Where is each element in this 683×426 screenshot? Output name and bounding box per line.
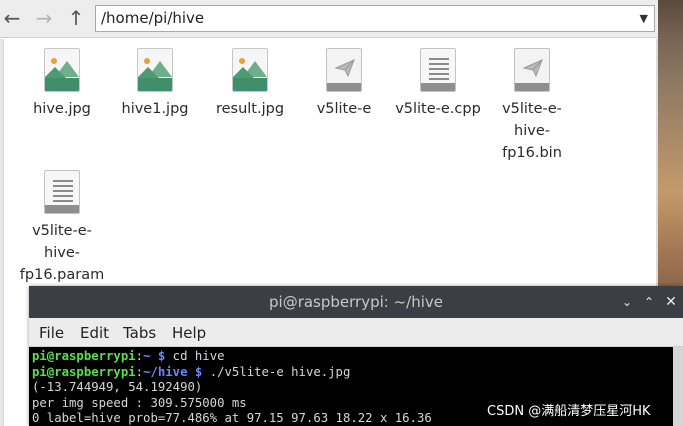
close-icon[interactable]: ✕ [661, 286, 681, 318]
terminal-title[interactable]: pi@raspberrypi: ~/hive [29, 286, 683, 318]
file-item[interactable]: hive.jpg [15, 48, 109, 120]
terminal-menubar: File Edit Tabs Help [29, 318, 683, 347]
menu-tabs[interactable]: Tabs [123, 322, 156, 344]
file-label: result.jpg [215, 101, 285, 117]
chevron-down-icon[interactable]: ▼ [640, 9, 648, 29]
text-file-icon [44, 170, 80, 214]
menu-file[interactable]: File [39, 322, 64, 344]
terminal-line: pi@raspberrypi:~ $ cd hive [32, 349, 225, 363]
file-label: v5lite-e [316, 101, 372, 117]
menu-help[interactable]: Help [172, 322, 206, 344]
menu-edit[interactable]: Edit [80, 322, 109, 344]
minimize-icon[interactable]: ⌄ [617, 286, 637, 318]
maximize-icon[interactable]: ⌃ [639, 286, 659, 318]
terminal-scrollbar[interactable] [673, 347, 683, 426]
file-label: v5lite-e.cpp [395, 101, 481, 117]
file-item[interactable]: hive1.jpg [108, 48, 202, 120]
file-item[interactable]: result.jpg [203, 48, 297, 120]
file-manager-toolbar: ← → ↑ /home/pi/hive ▼ [0, 0, 658, 38]
file-label: v5lite-e- hive- fp16.param [19, 223, 105, 283]
executable-file-icon [326, 48, 362, 92]
watermark: CSDN @满船清梦压星河HK [487, 404, 651, 419]
sidebar-divider[interactable] [0, 39, 4, 426]
file-label: v5lite-e- hive- fp16.bin [502, 101, 562, 161]
text-file-icon [420, 48, 456, 92]
file-item[interactable]: v5lite-e- hive- fp16.param [15, 170, 109, 286]
image-file-icon [137, 48, 173, 92]
forward-arrow-icon[interactable]: → [32, 5, 56, 31]
terminal-line: (-13.744949, 54.192490) [32, 380, 203, 394]
file-item[interactable]: v5lite-e [297, 48, 391, 120]
file-label: hive1.jpg [121, 101, 189, 117]
file-item[interactable]: v5lite-e.cpp [391, 48, 485, 120]
path-text[interactable]: /home/pi/hive [101, 9, 204, 27]
file-label: hive.jpg [33, 101, 91, 117]
path-bar[interactable]: /home/pi/hive ▼ [95, 5, 655, 32]
image-file-icon [232, 48, 268, 92]
back-arrow-icon[interactable]: ← [0, 5, 24, 31]
up-arrow-icon[interactable]: ↑ [64, 5, 88, 31]
terminal-line: pi@raspberrypi:~/hive $ ./v5lite-e hive.… [32, 364, 351, 379]
image-file-icon [44, 48, 80, 92]
file-item[interactable]: v5lite-e- hive- fp16.bin [485, 48, 579, 164]
executable-file-icon [514, 48, 550, 92]
